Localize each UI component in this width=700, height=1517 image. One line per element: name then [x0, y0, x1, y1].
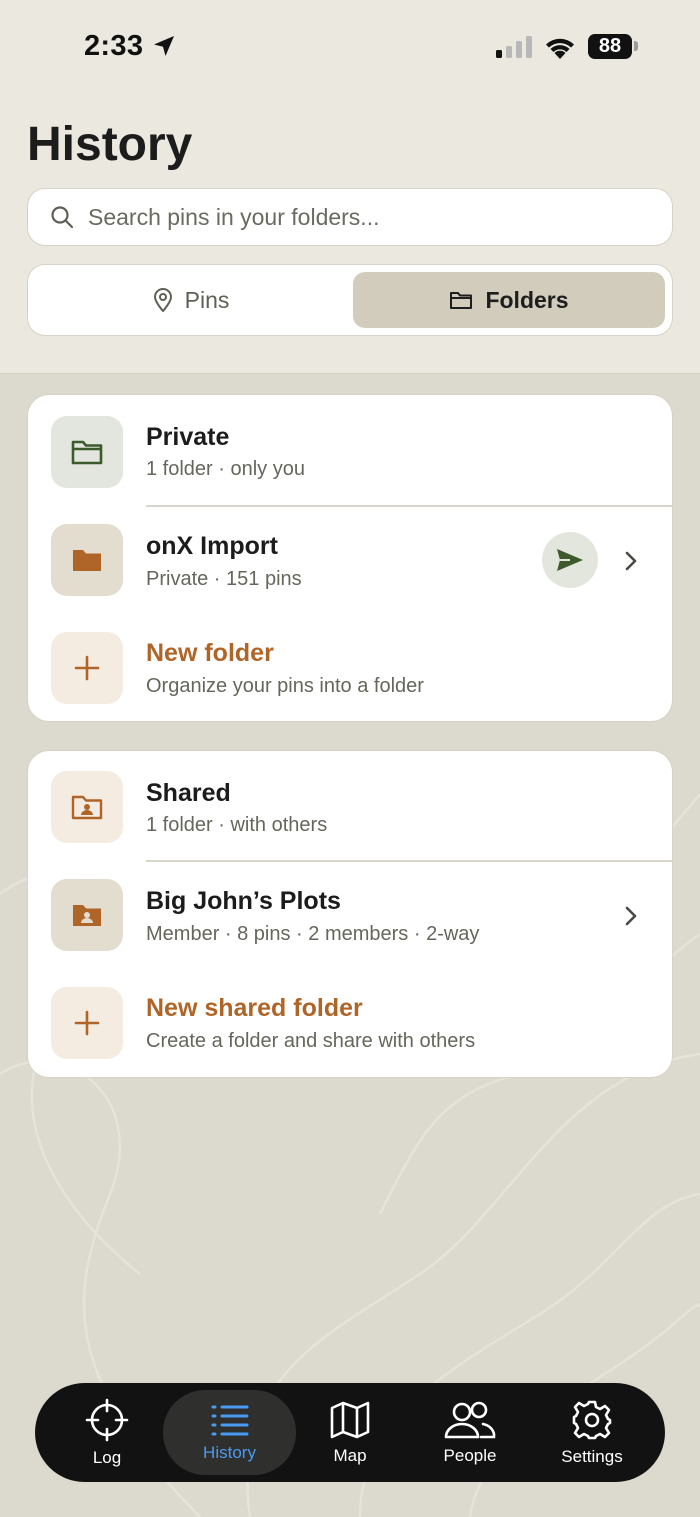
- shared-folder-tile: [51, 879, 123, 951]
- plus-icon: [74, 655, 100, 681]
- cellular-signal-icon: [496, 36, 532, 58]
- private-section-title: Private: [146, 423, 230, 451]
- add-tile: [51, 987, 123, 1059]
- tab-settings-label: Settings: [561, 1446, 623, 1466]
- pin-icon: [153, 288, 172, 312]
- bottom-tab-bar: Log History Map People Settings: [35, 1383, 665, 1482]
- chevron-right-icon[interactable]: [624, 550, 638, 572]
- segment-pins[interactable]: Pins: [35, 272, 347, 328]
- share-folder-button[interactable]: [542, 532, 598, 588]
- shared-section-subtitle: 1 folder · with others: [146, 814, 328, 836]
- segment-pins-label: Pins: [184, 286, 230, 313]
- shared-folders-card: Shared 1 folder · with others Big John’s…: [27, 750, 673, 1078]
- plus-icon: [74, 1010, 100, 1036]
- map-icon: [330, 1401, 370, 1438]
- tab-map[interactable]: Map: [287, 1383, 413, 1482]
- tab-history[interactable]: History: [162, 1383, 297, 1482]
- folder-tile: [51, 524, 123, 596]
- status-time: 2:33: [84, 30, 144, 62]
- folder-icon: [450, 292, 473, 309]
- chevron-right-icon[interactable]: [624, 905, 638, 927]
- folder-meta: Private · 151 pins: [146, 568, 302, 590]
- tab-people-label: People: [443, 1445, 497, 1465]
- segment-folders[interactable]: Folders: [353, 272, 665, 328]
- new-shared-folder-title: New shared folder: [146, 994, 363, 1022]
- battery-tip: [634, 41, 638, 51]
- new-folder-subtitle: Organize your pins into a folder: [146, 675, 424, 697]
- shared-folder-filled-icon: [73, 905, 101, 926]
- list-icon: [211, 1405, 248, 1435]
- search-bar[interactable]: [27, 188, 673, 246]
- tab-log-label: Log: [92, 1447, 122, 1467]
- folder-row-big-johns-plots[interactable]: Big John’s Plots Member · 8 pins · 2 mem…: [28, 861, 674, 969]
- add-tile: [51, 632, 123, 704]
- tab-log[interactable]: Log: [44, 1383, 170, 1482]
- private-folders-card: Private 1 folder · only you onX Import P…: [27, 394, 673, 722]
- folder-outline-icon: [71, 440, 103, 465]
- shared-folder-outline-icon: [71, 795, 103, 820]
- view-segmented-control: Pins Folders: [27, 264, 673, 336]
- folder-row-onx-import[interactable]: onX Import Private · 151 pins: [28, 506, 674, 614]
- segment-folders-label: Folders: [485, 286, 569, 313]
- private-section-header: Private 1 folder · only you: [28, 395, 674, 503]
- battery-indicator: 88: [588, 34, 632, 59]
- new-folder-row[interactable]: New folder Organize your pins into a fol…: [28, 614, 674, 722]
- people-icon: [444, 1401, 496, 1438]
- shared-section-title: Shared: [146, 779, 231, 807]
- private-folder-tile: [51, 416, 123, 488]
- shared-section-header: Shared 1 folder · with others: [28, 751, 674, 859]
- tab-settings[interactable]: Settings: [529, 1383, 655, 1482]
- tab-history-label: History: [203, 1442, 256, 1462]
- location-arrow-icon: [154, 36, 174, 56]
- shared-folder-tile: [51, 771, 123, 843]
- folder-name: onX Import: [146, 532, 278, 560]
- folder-meta: Member · 8 pins · 2 members · 2-way: [146, 923, 480, 945]
- private-section-subtitle: 1 folder · only you: [146, 458, 305, 480]
- wifi-icon: [546, 38, 574, 59]
- search-input[interactable]: [88, 203, 648, 231]
- tab-people[interactable]: People: [407, 1383, 533, 1482]
- send-icon: [557, 549, 583, 571]
- tab-map-label: Map: [333, 1445, 367, 1465]
- new-folder-title: New folder: [146, 639, 274, 667]
- crosshair-icon: [85, 1398, 129, 1441]
- page-title: History: [27, 118, 193, 171]
- new-shared-folder-subtitle: Create a folder and share with others: [146, 1030, 476, 1052]
- folder-filled-icon: [73, 550, 101, 571]
- search-icon: [50, 205, 74, 229]
- folder-name: Big John’s Plots: [146, 887, 341, 915]
- gear-icon: [572, 1400, 612, 1439]
- new-shared-folder-row[interactable]: New shared folder Create a folder and sh…: [28, 969, 674, 1077]
